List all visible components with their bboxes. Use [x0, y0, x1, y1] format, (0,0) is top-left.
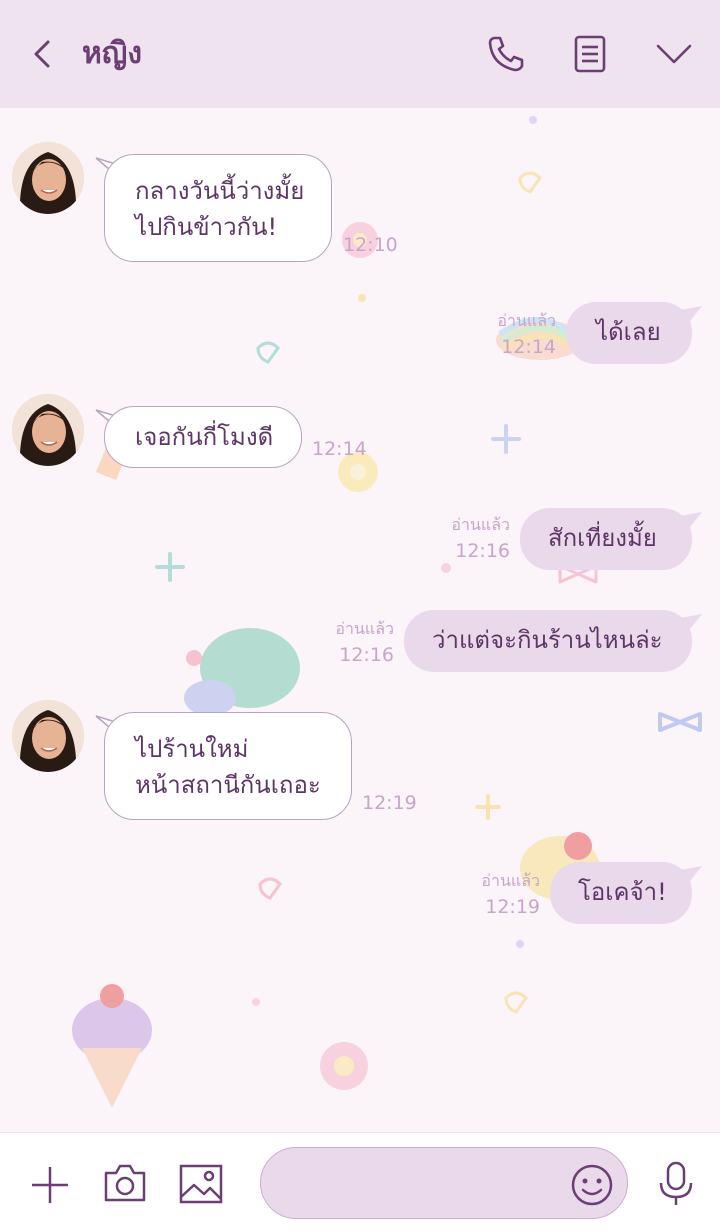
message-bubble-outgoing[interactable]: ได้เลย: [566, 302, 692, 364]
message-text: ว่าแต่จะกินร้านไหนล่ะ: [432, 626, 663, 654]
image-icon[interactable]: [178, 1163, 224, 1205]
back-chevron-icon[interactable]: [24, 34, 60, 74]
contact-avatar[interactable]: [12, 700, 84, 772]
bubble-tail-icon: [680, 512, 702, 532]
message-text: สักเที่ยงมั้ย: [548, 524, 657, 552]
message-time: 12:16: [455, 540, 510, 562]
message-time: 12:16: [339, 644, 394, 666]
contact-avatar[interactable]: [12, 394, 84, 466]
message-meta: อ่านแล้ว 12:14: [480, 308, 556, 360]
message-text: ได้เลย: [596, 318, 661, 346]
message-bubble-incoming[interactable]: กลางวันนี้ว่างมั้ย ไปกินข้าวกัน!: [104, 154, 332, 262]
read-receipt: อ่านแล้ว: [451, 515, 510, 534]
phone-icon[interactable]: [484, 32, 528, 76]
avatar-portrait-icon: [12, 394, 84, 466]
bubble-tail-icon: [680, 614, 702, 634]
message-bubble-incoming[interactable]: ไปร้านใหม่ หน้าสถานีกันเถอะ: [104, 712, 352, 820]
message-meta: อ่านแล้ว 12:16: [430, 512, 510, 564]
message-time: 12:19: [362, 792, 417, 814]
read-receipt: อ่านแล้ว: [497, 311, 556, 330]
message-meta: อ่านแล้ว 12:16: [314, 616, 394, 668]
bubble-tail-icon: [680, 866, 702, 886]
message-bubble-outgoing[interactable]: สักเที่ยงมั้ย: [520, 508, 692, 570]
emoji-icon[interactable]: [570, 1163, 614, 1207]
bubble-tail-icon: [680, 306, 702, 326]
message-time: 12:14: [501, 336, 556, 358]
message-bubble-outgoing[interactable]: โอเคจ้า!: [550, 862, 692, 924]
message-bubble-outgoing[interactable]: ว่าแต่จะกินร้านไหนล่ะ: [404, 610, 692, 672]
message-text-line: เจอกันกี่โมงดี: [135, 423, 274, 451]
chat-header: หญิง: [0, 0, 720, 108]
message-meta: อ่านแล้ว 12:19: [460, 868, 540, 920]
avatar-portrait-icon: [12, 142, 84, 214]
message-bubble-incoming[interactable]: เจอกันกี่โมงดี: [104, 406, 302, 468]
contact-name: หญิง: [82, 36, 142, 71]
message-time: 12:14: [312, 438, 367, 460]
camera-icon[interactable]: [102, 1161, 148, 1205]
read-receipt: อ่านแล้ว: [481, 871, 540, 890]
message-text-line: ไปกินข้าวกัน!: [135, 213, 278, 241]
notes-icon[interactable]: [568, 32, 612, 76]
message-text-line: กลางวันนี้ว่างมั้ย: [135, 177, 305, 205]
message-text-line: หน้าสถานีกันเถอะ: [135, 771, 321, 799]
microphone-icon[interactable]: [656, 1159, 696, 1209]
plus-icon[interactable]: [28, 1163, 72, 1207]
read-receipt: อ่านแล้ว: [335, 619, 394, 638]
message-text: โอเคจ้า!: [578, 878, 667, 906]
chat-area[interactable]: กลางวันนี้ว่างมั้ย ไปกินข้าวกัน! 12:10 อ…: [0, 108, 720, 1132]
message-composer: [0, 1132, 720, 1232]
contact-avatar[interactable]: [12, 142, 84, 214]
chevron-down-icon[interactable]: [652, 32, 696, 76]
message-time: 12:10: [343, 234, 398, 256]
message-time: 12:19: [485, 896, 540, 918]
avatar-portrait-icon: [12, 700, 84, 772]
message-text-line: ไปร้านใหม่: [135, 735, 249, 763]
